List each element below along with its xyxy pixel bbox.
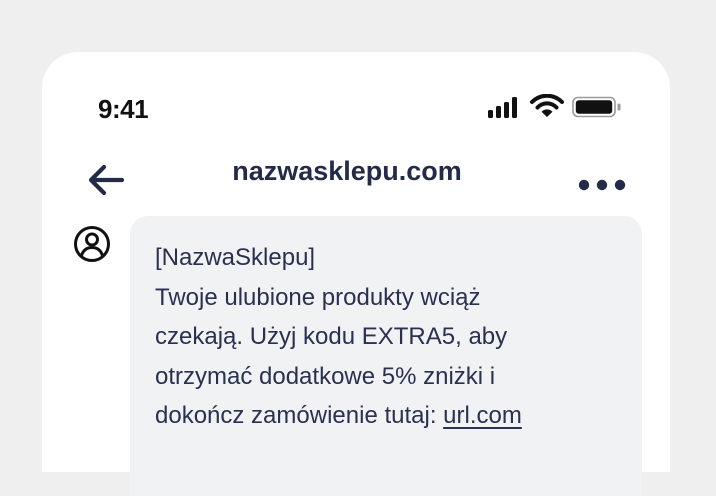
more-horizontal-icon: [578, 179, 626, 191]
message-line: otrzymać dodatkowe 5% zniżki i: [155, 362, 496, 390]
battery-icon: [572, 96, 622, 118]
message-line: czekają. Użyj kodu EXTRA5, aby: [155, 323, 508, 350]
cellular-signal-icon: [486, 96, 524, 118]
more-options-button[interactable]: [576, 176, 628, 194]
message-line: Twoje ulubione produkty wciąż: [155, 283, 481, 311]
sender-avatar: [72, 224, 112, 264]
message-bubble: [NazwaSklepu] Twoje ulubione produkty wc…: [130, 216, 642, 496]
user-circle-icon: [74, 226, 110, 262]
message-line: [NazwaSklepu]: [155, 244, 316, 271]
message-link[interactable]: url.com: [443, 402, 522, 429]
status-time: 9:41: [98, 94, 149, 124]
message-text: [NazwaSklepu] Twoje ulubione produkty wc…: [155, 238, 635, 436]
phone-screen: 9:41 nazwasklepu.com [NazwaSklepu] Twoje…: [42, 52, 670, 496]
message-line-last: dokończ zamówienie tutaj: url.com: [155, 396, 635, 436]
status-icons: [486, 92, 626, 122]
conversation-title: nazwasklepu.com: [232, 156, 462, 186]
wifi-icon: [530, 93, 564, 118]
message-line-prefix: dokończ zamówienie tutaj:: [155, 402, 444, 429]
